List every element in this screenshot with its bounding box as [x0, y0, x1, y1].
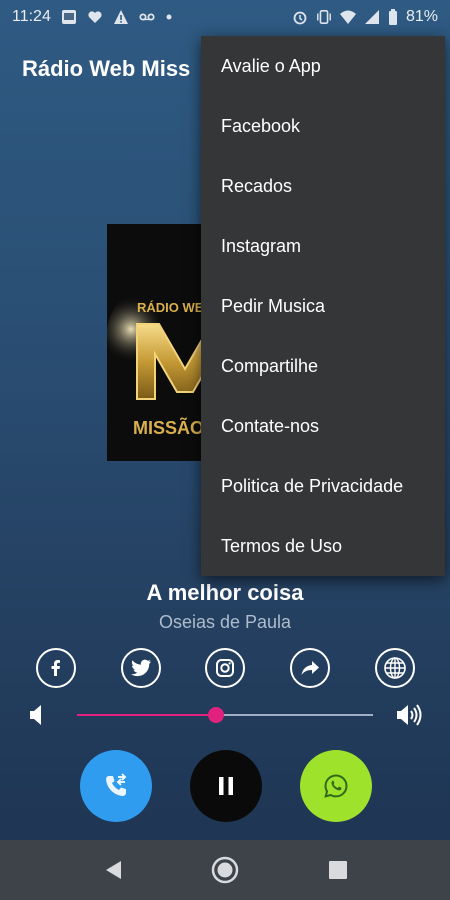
pause-icon — [219, 777, 233, 795]
alert-icon — [113, 10, 128, 24]
social-row — [0, 648, 450, 688]
home-button[interactable] — [211, 856, 239, 884]
battery-level: 81% — [405, 8, 438, 25]
signal-icon — [364, 10, 379, 24]
twitter-button[interactable] — [121, 648, 161, 688]
app-title: Rádio Web Miss — [22, 56, 191, 81]
voicemail-icon — [139, 13, 155, 21]
phone-forward-icon — [106, 773, 127, 796]
menu-item-privacy-policy[interactable]: Politica de Privacidade — [201, 456, 445, 516]
wifi-icon — [339, 10, 356, 24]
volume-high-icon[interactable] — [395, 703, 423, 727]
website-button[interactable] — [375, 648, 415, 688]
facebook-icon — [51, 660, 60, 676]
menu-item-instagram[interactable]: Instagram — [201, 216, 445, 276]
recents-button[interactable] — [326, 858, 350, 882]
twitter-icon — [131, 659, 151, 677]
overflow-menu: Avalie o App Facebook Recados Instagram … — [201, 36, 445, 576]
alarm-icon — [293, 11, 307, 25]
menu-item-messages[interactable]: Recados — [201, 156, 445, 216]
menu-item-terms-of-use[interactable]: Termos de Uso — [201, 516, 445, 576]
battery-icon — [388, 9, 397, 25]
share-button[interactable] — [290, 648, 330, 688]
recents-icon — [329, 861, 347, 879]
whatsapp-button[interactable] — [300, 750, 372, 822]
volume-slider-thumb[interactable] — [208, 707, 225, 723]
call-button[interactable] — [80, 750, 152, 822]
player-controls — [0, 750, 450, 822]
status-right: 81% — [292, 8, 438, 26]
menu-item-rate-app[interactable]: Avalie o App — [201, 36, 445, 96]
instagram-button[interactable] — [205, 648, 245, 688]
menu-item-request-song[interactable]: Pedir Musica — [201, 276, 445, 336]
menu-item-contact[interactable]: Contate-nos — [201, 396, 445, 456]
track-title: A melhor coisa — [146, 580, 304, 605]
back-button[interactable] — [101, 858, 125, 882]
instagram-icon — [216, 659, 234, 677]
gallery-icon — [61, 10, 76, 24]
volume-row — [0, 700, 450, 730]
back-icon — [106, 861, 121, 879]
share-icon — [301, 661, 319, 675]
vibrate-icon — [317, 9, 331, 25]
status-bar: 11:24 81% — [0, 0, 450, 34]
volume-low-icon[interactable] — [28, 703, 44, 727]
volume-slider-fill — [77, 714, 217, 716]
track-artist: Oseias de Paula — [158, 612, 292, 632]
home-icon — [211, 856, 239, 884]
heart-icon — [88, 11, 102, 23]
dot-icon — [166, 14, 172, 20]
status-left: 11:24 — [12, 8, 173, 26]
status-time: 11:24 — [12, 8, 51, 25]
menu-item-share[interactable]: Compartilhe — [201, 336, 445, 396]
logo-text-bottom: MISSÃO — [133, 417, 204, 438]
volume-slider[interactable] — [77, 707, 373, 723]
system-nav-bar — [0, 840, 450, 900]
globe-icon — [384, 657, 406, 679]
menu-item-facebook[interactable]: Facebook — [201, 96, 445, 156]
whatsapp-icon — [324, 774, 348, 798]
pause-button[interactable] — [190, 750, 262, 822]
facebook-button[interactable] — [36, 648, 76, 688]
